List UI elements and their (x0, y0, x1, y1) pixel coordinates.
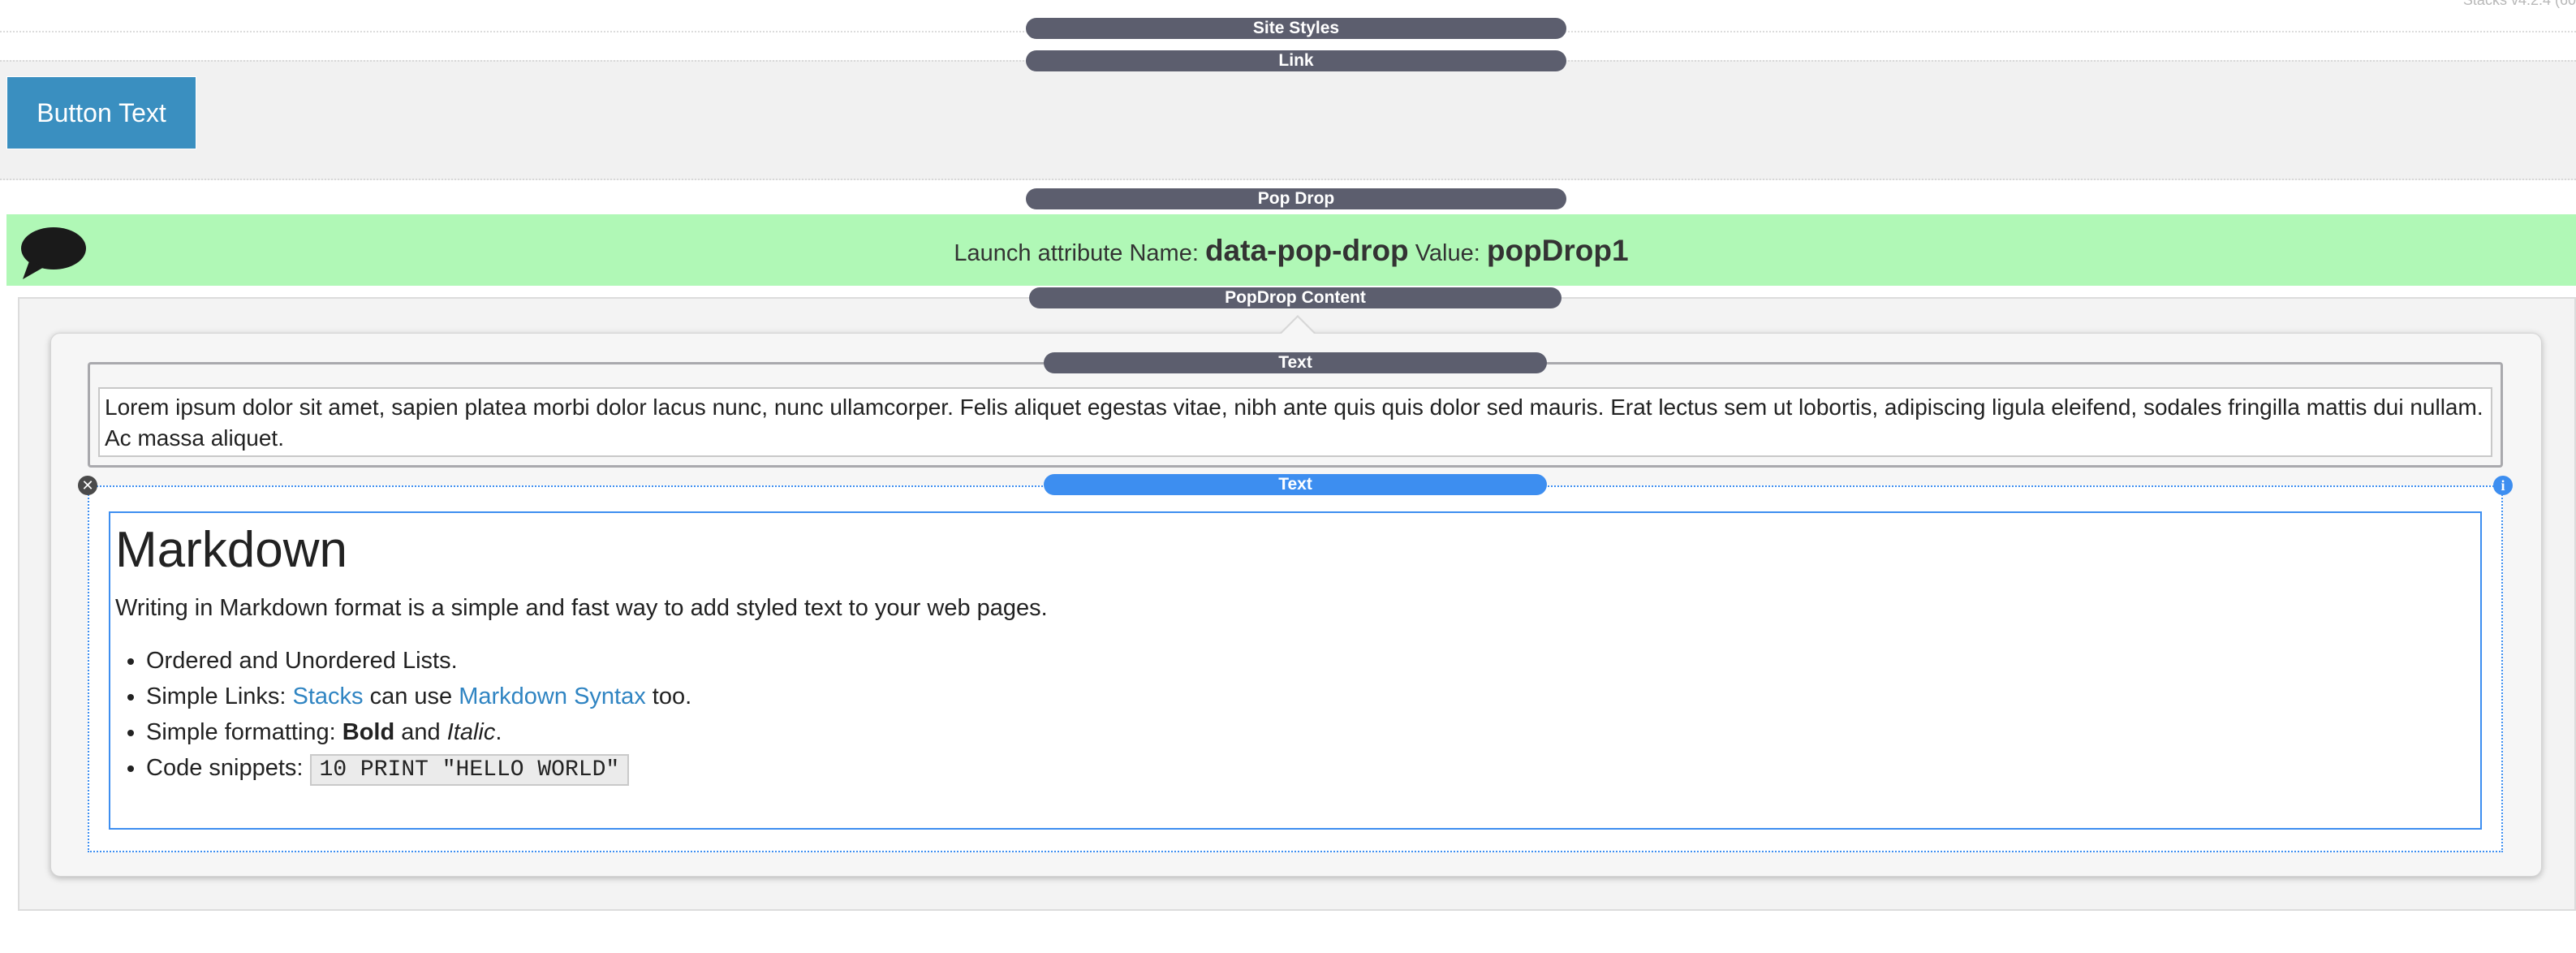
text-stack-lorem[interactable]: Lorem ipsum dolor sit amet, sapien plate… (88, 362, 2503, 468)
list-item-text: too. (645, 683, 692, 709)
markdown-title: Markdown (115, 522, 347, 578)
code-snippet: 10 PRINT "HELLO WORLD" (309, 754, 630, 786)
text-label-2-selected[interactable]: Text (1044, 474, 1547, 495)
list-item-text: Simple Links: (146, 683, 293, 709)
attribute-name: data-pop-drop (1204, 234, 1409, 267)
pop-drop-label[interactable]: Pop Drop (1026, 188, 1566, 209)
bold-text: Bold (342, 719, 395, 745)
list-item: Code snippets: 10 PRINT "HELLO WORLD" (146, 753, 2475, 786)
list-item-text: Code snippets: (146, 755, 310, 781)
list-item: Simple Links: Stacks can use Markdown Sy… (146, 682, 2475, 711)
list-item-text: and (394, 719, 447, 745)
text-label-1[interactable]: Text (1044, 352, 1547, 373)
stacks-link[interactable]: Stacks (293, 683, 364, 709)
button-text-button[interactable]: Button Text (6, 76, 196, 149)
list-item-text: . (495, 719, 502, 745)
markdown-list: Ordered and Unordered Lists. Simple Link… (115, 646, 2475, 786)
list-item-text: Ordered and Unordered Lists. (146, 648, 458, 674)
popdrop-caret-inner (1282, 317, 1314, 334)
markdown-intro: Writing in Markdown format is a simple a… (115, 595, 1048, 621)
text-stack-markdown[interactable]: Markdown Writing in Markdown format is a… (88, 485, 2503, 852)
site-styles-label[interactable]: Site Styles (1026, 18, 1566, 39)
popdrop-content-label[interactable]: PopDrop Content (1029, 287, 1562, 308)
link-label[interactable]: Link (1026, 50, 1566, 71)
pop-drop-bar[interactable]: Launch attribute Name: data-pop-drop Val… (6, 214, 2576, 286)
lorem-paragraph[interactable]: Lorem ipsum dolor sit amet, sapien plate… (98, 387, 2492, 457)
value-label: Value: (1408, 240, 1487, 266)
link-stack[interactable]: Button Text (0, 60, 2576, 180)
attribute-value: popDrop1 (1486, 234, 1629, 267)
italic-text: Italic (446, 719, 496, 745)
info-icon[interactable]: i (2493, 476, 2513, 495)
launch-attribute-text: Launch attribute Name: data-pop-drop Val… (6, 234, 2576, 268)
markdown-content[interactable]: Markdown Writing in Markdown format is a… (109, 511, 2482, 830)
list-item: Simple formatting: Bold and Italic. (146, 718, 2475, 747)
stacks-version: Stacks v4.2.4 (60 (2462, 0, 2576, 8)
list-item: Ordered and Unordered Lists. (146, 646, 2475, 675)
list-item-text: can use (363, 683, 459, 709)
launch-prefix: Launch attribute Name: (954, 240, 1205, 266)
list-item-text: Simple formatting: (146, 719, 342, 745)
close-icon[interactable]: ✕ (78, 476, 97, 495)
markdown-syntax-link[interactable]: Markdown Syntax (459, 683, 646, 709)
